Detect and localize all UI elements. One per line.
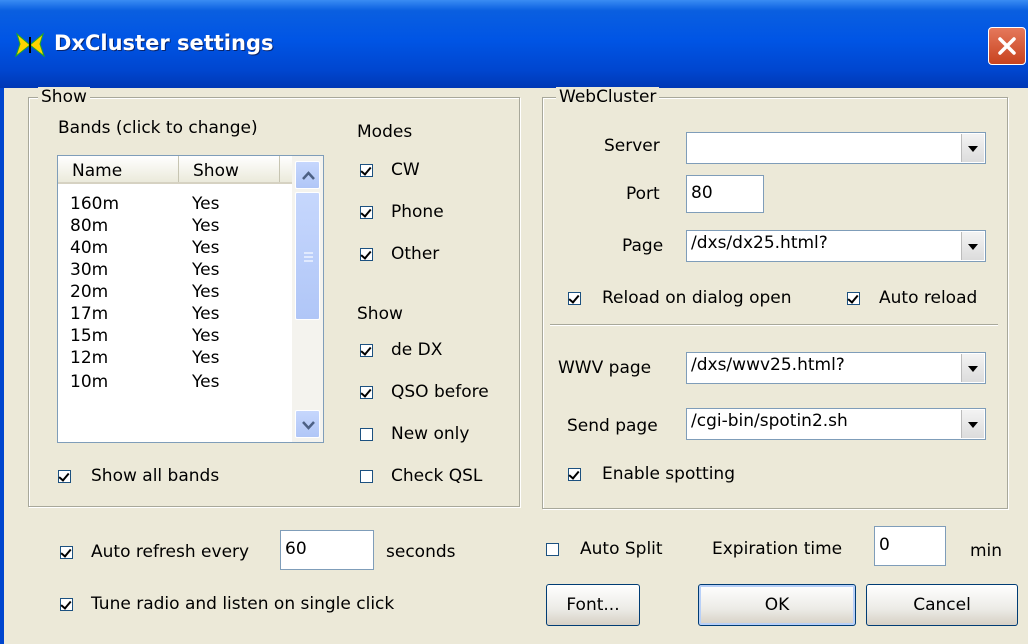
bands-scrollbar[interactable] [292,156,323,442]
auto-split-checkbox[interactable]: Auto Split [544,539,694,561]
band-row[interactable]: 10m Yes [58,372,292,394]
band-row[interactable]: 12m Yes [58,348,292,370]
checkbox-box [58,470,71,483]
chevron-down-icon[interactable] [961,134,984,162]
page-combobox[interactable]: /dxs/dx25.html? [686,230,986,262]
chevron-down-icon [302,421,315,430]
band-row[interactable]: 160m Yes [58,194,292,216]
enable-spotting-checkbox[interactable]: Enable spotting [566,464,786,486]
show-label: Show [357,304,403,324]
butterfly-app-icon [14,32,46,58]
chevron-down-icon[interactable] [961,410,984,438]
column-header-show[interactable]: Show [179,156,280,182]
chevron-up-icon [302,171,315,180]
mode-other-checkbox[interactable]: Other [358,244,488,266]
qso-before-checkbox[interactable]: QSO before [358,382,508,404]
title-bar[interactable]: DxCluster settings [0,0,1028,88]
check-qsl-checkbox[interactable]: Check QSL [358,466,508,488]
modes-label: Modes [357,122,413,142]
port-field[interactable]: 80 [686,175,764,213]
port-label: Port [626,184,660,204]
bands-rows: 160m Yes 80m Yes 40m Yes 30m Yes 20m Yes 17m Y… [58,186,292,442]
de-dx-checkbox[interactable]: de DX [358,340,508,362]
cancel-button[interactable]: Cancel [866,584,1018,626]
server-label: Server [604,136,660,156]
close-button[interactable] [988,27,1026,65]
band-row[interactable]: 20m Yes [58,282,292,304]
min-label: min [970,541,1003,561]
page-label: Page [622,236,664,256]
scroll-thumb[interactable] [295,192,320,320]
expiration-field[interactable]: 0 [874,526,946,566]
wwv-page-label: WWV page [558,358,652,378]
reload-on-open-checkbox[interactable]: Reload on dialog open [566,288,836,310]
bands-label: Bands (click to change) [58,118,258,138]
refresh-interval-field[interactable]: 60 [280,530,374,570]
font-button[interactable]: Font... [546,584,640,626]
show-group-legend: Show [38,87,90,107]
band-row[interactable]: 15m Yes [58,326,292,348]
close-icon [998,37,1016,55]
wwv-page-combobox[interactable]: /dxs/wwv25.html? [686,352,986,384]
send-page-combobox[interactable]: /cgi-bin/spotin2.sh [686,408,986,440]
chevron-down-icon[interactable] [961,232,984,260]
tune-radio-checkbox[interactable]: Tune radio and listen on single click [58,594,478,616]
grip-icon [304,252,313,262]
chevron-down-icon[interactable] [961,354,984,382]
band-row[interactable]: 30m Yes [58,260,292,282]
expiration-label: Expiration time [712,539,843,559]
window-border [0,88,4,644]
ok-button[interactable]: OK [698,584,856,626]
mode-phone-checkbox[interactable]: Phone [358,202,488,224]
bands-list[interactable]: Name Show 160m Yes 80m Yes 40m Yes 30m Yes 2… [57,155,324,443]
band-row[interactable]: 40m Yes [58,238,292,260]
send-page-label: Send page [567,416,658,436]
separator [550,324,998,325]
scroll-up-button[interactable] [295,161,320,189]
webcluster-group-legend: WebCluster [556,87,660,107]
show-all-bands-checkbox[interactable]: Show all bands [56,466,256,488]
auto-reload-checkbox[interactable]: Auto reload [845,288,995,310]
band-row[interactable]: 17m Yes [58,304,292,326]
scroll-down-button[interactable] [295,410,320,438]
column-header-name[interactable]: Name [58,156,179,182]
new-only-checkbox[interactable]: New only [358,424,508,446]
band-row[interactable]: 80m Yes [58,216,292,238]
seconds-label: seconds [386,542,456,562]
list-header: Name Show [58,156,292,184]
window-title: DxCluster settings [54,31,274,55]
mode-cw-checkbox[interactable]: CW [358,160,488,182]
server-combobox[interactable] [686,132,986,164]
auto-refresh-checkbox[interactable]: Auto refresh every [58,542,278,564]
